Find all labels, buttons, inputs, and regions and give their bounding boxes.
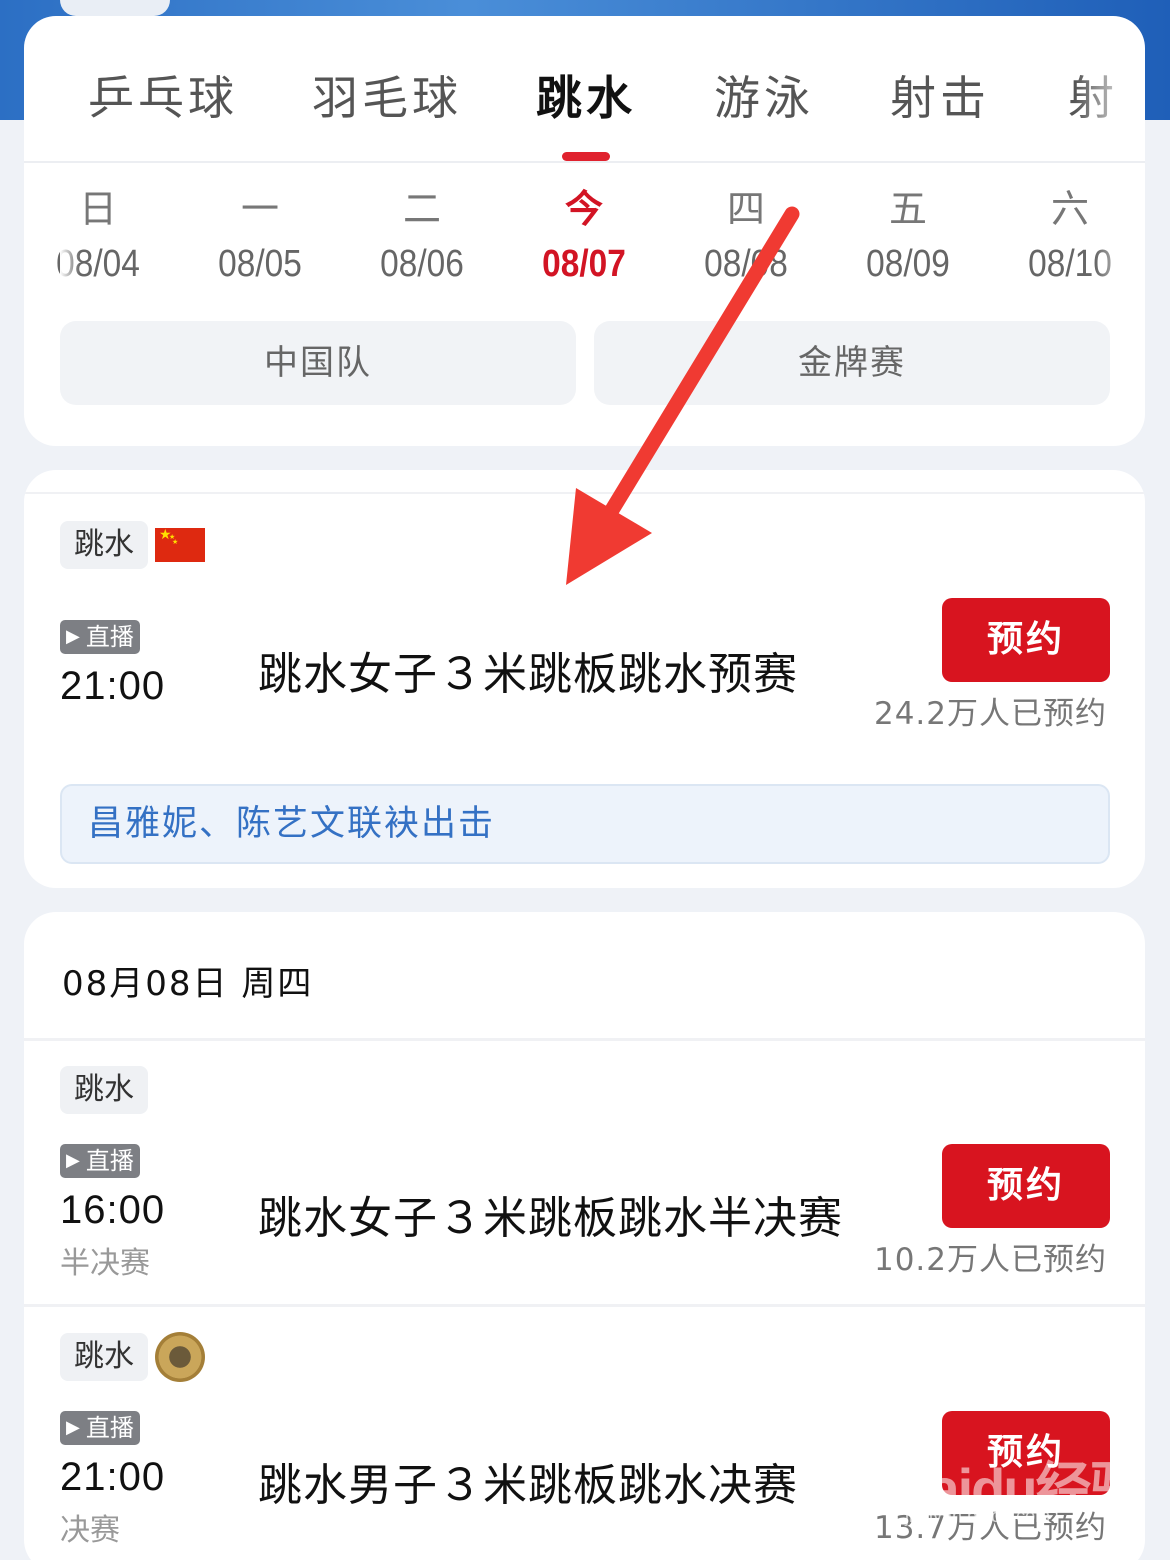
reservation-count: 10.2万人已预约 [873, 1242, 1107, 1278]
sport-tab-bar: 乒乓球 羽毛球 跳水 游泳 射击 射 [24, 16, 1145, 163]
reservation-count: 24.2万人已预约 [873, 696, 1107, 732]
date-fade-right [1095, 186, 1145, 306]
tab-pingpong[interactable]: 乒乓球 [88, 62, 238, 128]
day-0809[interactable]: 五 08/09 [848, 186, 968, 292]
tab-fade [1075, 56, 1145, 126]
tab-shooting[interactable]: 射击 [890, 62, 990, 128]
day-weekday: 五 [888, 187, 927, 231]
play-icon: ▶ [66, 626, 80, 647]
active-tab-indicator [562, 152, 610, 161]
reserve-button[interactable]: 预约 [942, 598, 1110, 682]
match-time: 21:00 [60, 1455, 166, 1499]
sport-tag: 跳水 [60, 1066, 148, 1114]
play-icon: ▶ [66, 1417, 80, 1438]
match-card: 跳水 ★ ★ ★ ▶ 直播 21:00 跳水女子３米跳板跳水预赛 预约 24.2… [24, 470, 1145, 888]
day-weekday: 今 [564, 187, 603, 231]
china-flag-icon: ★ ★ ★ [155, 528, 205, 562]
match-title[interactable]: 跳水女子３米跳板跳水预赛 [258, 638, 798, 702]
day-date: 08/08 [704, 243, 788, 285]
header-image-fragment [60, 0, 170, 16]
match-stage: 半决赛 [60, 1246, 150, 1281]
gold-medal-icon [155, 1332, 205, 1382]
day-date: 08/06 [380, 243, 464, 285]
flag-star-icon: ★ [172, 538, 179, 546]
match-title[interactable]: 跳水男子３米跳板跳水决赛 [258, 1449, 798, 1513]
match-time: 16:00 [60, 1188, 166, 1232]
day-weekday: 日 [78, 187, 117, 231]
tab-swimming[interactable]: 游泳 [714, 62, 814, 128]
china-team-filter[interactable]: 中国队 [60, 321, 576, 405]
filter-card: 乒乓球 羽毛球 跳水 游泳 射击 射 日 08/04 一 08/05 二 08/… [24, 16, 1145, 446]
day-weekday: 二 [402, 187, 441, 231]
date-selector: 日 08/04 一 08/05 二 08/06 今 08/07 四 08/08 … [24, 186, 1145, 306]
divider [24, 492, 1145, 494]
match-time: 21:00 [60, 664, 166, 708]
live-label: 直播 [85, 623, 134, 651]
day-weekday: 一 [240, 187, 279, 231]
watermark-url: jingyan.baidu.com [905, 1506, 1051, 1526]
live-badge: ▶ 直播 [60, 1411, 140, 1445]
live-label: 直播 [85, 1147, 134, 1175]
live-badge: ▶ 直播 [60, 620, 140, 654]
day-0805[interactable]: 一 08/05 [200, 186, 320, 292]
day-date: 08/05 [218, 243, 302, 285]
tab-diving[interactable]: 跳水 [536, 62, 636, 128]
tab-badminton[interactable]: 羽毛球 [312, 62, 462, 128]
reserve-button[interactable]: 预约 [942, 1144, 1110, 1228]
day-weekday: 四 [726, 187, 765, 231]
gold-medal-filter[interactable]: 金牌赛 [594, 321, 1110, 405]
divider [24, 1038, 1145, 1041]
day-date: 08/07 [542, 243, 626, 285]
match-title[interactable]: 跳水女子３米跳板跳水半决赛 [258, 1182, 843, 1246]
day-0808[interactable]: 四 08/08 [686, 186, 806, 292]
day-0807[interactable]: 今 08/07 [524, 186, 644, 292]
date-header: 08月08日 周四 [62, 964, 314, 1004]
day-0804[interactable]: 日 08/04 [38, 186, 158, 292]
live-label: 直播 [85, 1414, 134, 1442]
sport-tag: 跳水 [60, 1333, 148, 1381]
sport-tag: 跳水 [60, 521, 148, 569]
match-highlight[interactable]: 昌雅妮、陈艺文联袂出击 [60, 784, 1110, 864]
divider [24, 1304, 1145, 1307]
match-stage: 决赛 [60, 1513, 120, 1548]
play-icon: ▶ [66, 1150, 80, 1171]
live-badge: ▶ 直播 [60, 1144, 140, 1178]
date-fade-left [60, 246, 80, 306]
day-0806[interactable]: 二 08/06 [362, 186, 482, 292]
day-date: 08/09 [866, 243, 950, 285]
